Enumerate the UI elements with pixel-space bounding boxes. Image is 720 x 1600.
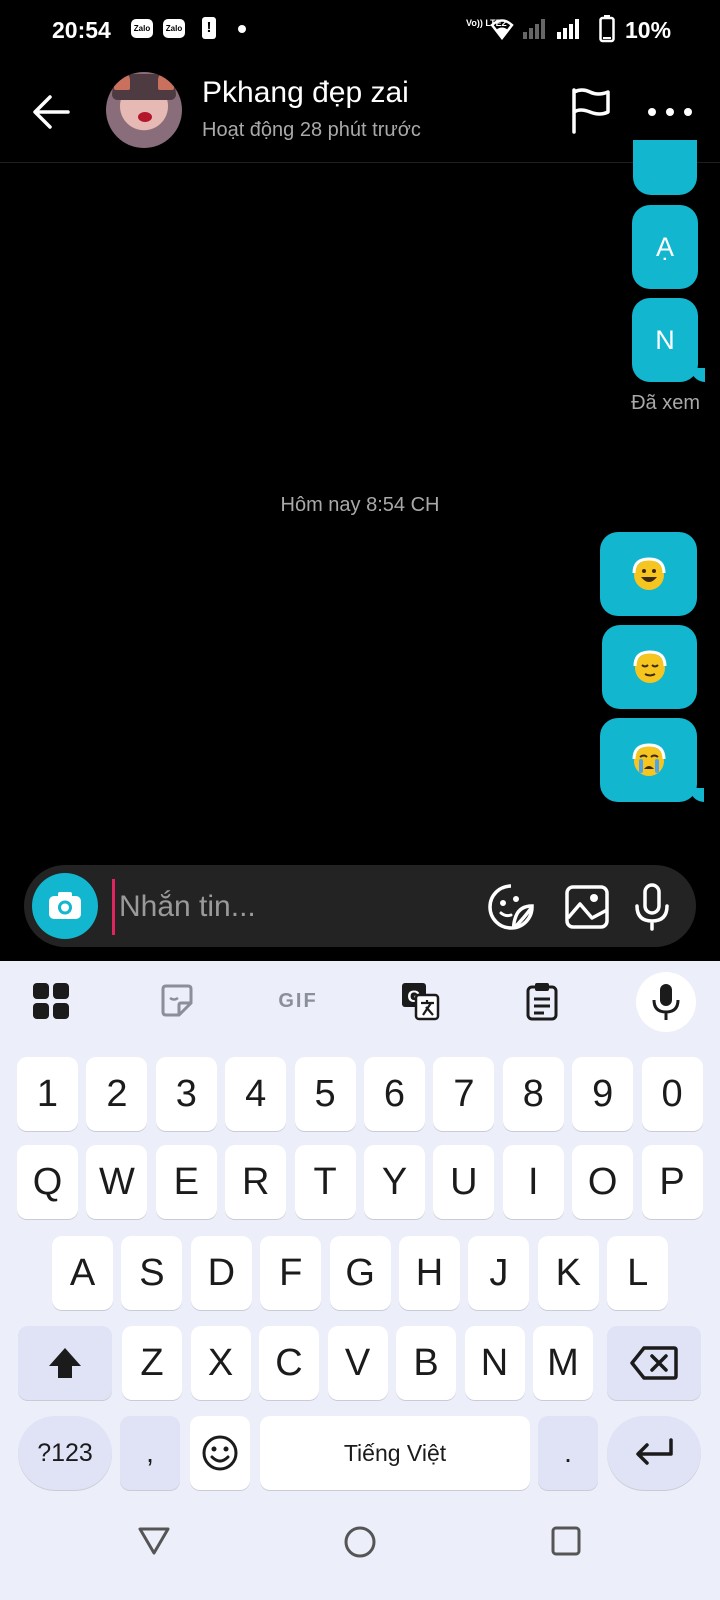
relieved-face-icon — [633, 650, 666, 683]
seen-status: Đã xem — [631, 392, 700, 414]
period-key[interactable]: . — [538, 1416, 598, 1490]
key-t[interactable]: T — [294, 1145, 356, 1219]
nav-recents-icon[interactable] — [551, 1526, 581, 1556]
clipboard-icon[interactable] — [514, 973, 570, 1029]
key-g[interactable]: G — [329, 1236, 391, 1310]
grinning-face-icon — [632, 557, 665, 590]
key-5[interactable]: 5 — [294, 1057, 356, 1131]
key-k[interactable]: K — [537, 1236, 599, 1310]
apps-grid-icon[interactable] — [23, 973, 79, 1029]
space-bar[interactable]: Tiếng Việt — [260, 1416, 530, 1490]
zalo-notification-icon: Zalo — [131, 19, 153, 38]
key-z[interactable]: Z — [122, 1326, 182, 1400]
voice-input-icon[interactable] — [636, 972, 696, 1032]
key-r[interactable]: R — [225, 1145, 287, 1219]
emoji-smile-icon — [202, 1435, 238, 1471]
enter-key[interactable] — [607, 1416, 701, 1490]
key-w[interactable]: W — [86, 1145, 148, 1219]
avatar[interactable] — [106, 72, 182, 148]
contact-status: Hoạt động 28 phút trước — [202, 119, 421, 141]
key-j[interactable]: J — [468, 1236, 530, 1310]
key-b[interactable]: B — [396, 1326, 456, 1400]
enter-arrow-icon — [636, 1438, 673, 1465]
battery-icon — [599, 15, 615, 43]
translate-icon[interactable]: G — [392, 973, 448, 1029]
key-f[interactable]: F — [260, 1236, 322, 1310]
key-i[interactable]: I — [502, 1145, 564, 1219]
zalo-notification-icon: Zalo — [163, 19, 185, 38]
key-0[interactable]: 0 — [641, 1057, 703, 1131]
key-u[interactable]: U — [433, 1145, 495, 1219]
signal-weak-icon — [523, 19, 545, 39]
gif-button[interactable]: GIF — [270, 973, 326, 1029]
camera-icon — [49, 892, 81, 919]
key-2[interactable]: 2 — [86, 1057, 148, 1131]
key-a[interactable]: A — [52, 1236, 113, 1310]
message-text: Ạ — [655, 231, 674, 262]
key-8[interactable]: 8 — [502, 1057, 564, 1131]
status-bar: 20:54 Zalo Zalo ! Vo)) LTE2 10% — [0, 0, 720, 62]
emoji-key[interactable] — [190, 1416, 250, 1490]
shift-key[interactable] — [18, 1326, 112, 1400]
message-input[interactable] — [112, 879, 501, 935]
key-l[interactable]: L — [607, 1236, 669, 1310]
more-notifications-icon — [238, 25, 246, 33]
key-4[interactable]: 4 — [225, 1057, 287, 1131]
comma-key[interactable]: , — [120, 1416, 180, 1490]
key-d[interactable]: D — [190, 1236, 252, 1310]
message-composer — [24, 865, 696, 947]
shift-arrow-icon — [49, 1348, 81, 1378]
nav-back-icon[interactable] — [137, 1526, 171, 1556]
emoji-message-bubble[interactable] — [600, 532, 697, 616]
nav-home-icon[interactable] — [343, 1525, 377, 1559]
key-x[interactable]: X — [190, 1326, 251, 1400]
back-arrow-icon[interactable] — [28, 87, 78, 137]
alert-notification-icon: ! — [202, 17, 216, 39]
emoji-message-bubble[interactable] — [602, 625, 697, 709]
key-m[interactable]: M — [533, 1326, 593, 1400]
key-1[interactable]: 1 — [17, 1057, 78, 1131]
key-h[interactable]: H — [399, 1236, 460, 1310]
key-v[interactable]: V — [327, 1326, 388, 1400]
on-screen-keyboard: GIF G 1234567890QWERTYUIOPASDFGHJKLZXCVB… — [0, 961, 720, 1496]
camera-button[interactable] — [32, 873, 98, 939]
microphone-icon[interactable] — [627, 882, 677, 932]
key-9[interactable]: 9 — [572, 1057, 634, 1131]
key-y[interactable]: Y — [364, 1145, 425, 1219]
flag-icon[interactable] — [568, 86, 614, 134]
key-s[interactable]: S — [121, 1236, 183, 1310]
key-o[interactable]: O — [572, 1145, 634, 1219]
key-p[interactable]: P — [641, 1145, 703, 1219]
backspace-key[interactable] — [607, 1326, 701, 1400]
more-options-icon[interactable] — [645, 92, 695, 132]
chat-header: Pkhang đẹp zai Hoạt động 28 phút trước — [0, 62, 720, 163]
time-separator: Hôm nay 8:54 CH — [280, 494, 440, 516]
message-bubble-partial[interactable] — [633, 140, 697, 195]
battery-percentage: 10% — [625, 17, 672, 43]
key-e[interactable]: E — [155, 1145, 217, 1219]
signal-icon — [557, 19, 579, 39]
key-n[interactable]: N — [464, 1326, 525, 1400]
image-gallery-icon[interactable] — [562, 882, 612, 932]
crying-face-icon — [632, 743, 665, 776]
wifi-icon — [490, 19, 514, 40]
contact-name[interactable]: Pkhang đẹp zai — [202, 76, 409, 110]
key-3[interactable]: 3 — [155, 1057, 217, 1131]
emoji-message-bubble[interactable] — [600, 718, 704, 802]
sticker-keyboard-icon[interactable] — [149, 973, 205, 1029]
key-c[interactable]: C — [259, 1326, 319, 1400]
message-text: N — [655, 324, 675, 355]
message-bubble[interactable]: Ạ — [632, 205, 698, 289]
backspace-icon — [630, 1346, 678, 1380]
sticker-icon[interactable] — [486, 882, 536, 932]
key-7[interactable]: 7 — [433, 1057, 495, 1131]
navigation-bar — [0, 1496, 720, 1600]
status-time: 20:54 — [52, 17, 111, 43]
key-6[interactable]: 6 — [364, 1057, 425, 1131]
message-bubble[interactable]: N — [632, 298, 705, 382]
key-q[interactable]: Q — [17, 1145, 78, 1219]
symbols-key[interactable]: ?123 — [18, 1416, 112, 1490]
